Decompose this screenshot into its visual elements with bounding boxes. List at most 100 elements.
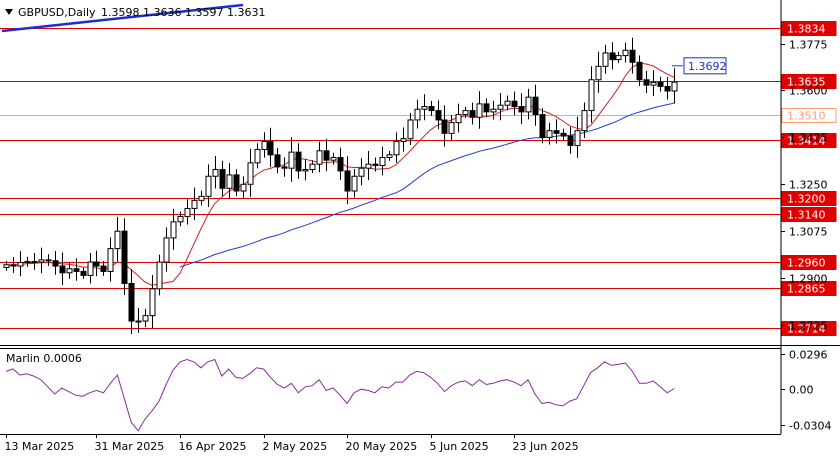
symbol-label: GBPUSD,Daily [18,6,96,19]
candle-body-bull [198,195,205,201]
gbpusd-chart[interactable]: 1.38341.36351.35101.34141.32001.31401.29… [0,0,840,458]
candle-body-bear [469,110,476,118]
candle-body-bull [212,169,219,177]
candle-body-bull [149,288,156,317]
time-tick-label: 20 May 2025 [346,440,418,453]
candle-body-bull [393,140,400,156]
candle-body-bear [532,96,539,116]
candle-body-bear [643,79,650,86]
candle-body-bear [664,85,671,92]
candle-body-bull [497,104,504,110]
price-tick-label: 1.3075 [789,226,828,239]
candle-body-bull [462,110,469,116]
candle-body-bear [281,166,288,169]
candle-body-bull [142,315,149,322]
candle-body-bear [344,170,351,192]
candle-body-bull [574,130,581,146]
candle-body-bull [177,215,184,223]
level-tag-1-3140: 1.3140 [781,207,837,222]
candle-body-bull [504,100,511,106]
candle-body-bear [73,268,80,272]
candle-body-bear [128,282,135,322]
time-tick-label: 23 Jun 2025 [513,440,579,453]
candle-body-bear [121,230,128,284]
time-tick-label: 31 Mar 2025 [95,440,165,453]
candle-body-bear [45,259,52,262]
level-tag-1-3200: 1.3200 [781,191,837,206]
level-tag-label: 1.2960 [787,257,826,270]
candle-body-bull [240,183,247,192]
candle-body-bear [435,110,442,121]
candle-body-bear [59,265,66,274]
candle-body-bear [295,151,302,172]
candle-body-bear [80,270,87,276]
osc-tick-label: 0.0296 [789,349,828,362]
price-tick-label: 1.3250 [789,179,828,192]
candle-body-bull [261,140,268,150]
candle-body-bull [546,130,553,138]
candle-body-bear [52,260,59,267]
candle-body-bear [483,103,490,113]
candle-body-bear [441,119,448,134]
candle-body-bear [553,130,560,134]
candle-body-bull [671,81,678,92]
level-tag-1-3834: 1.3834 [781,21,837,36]
candle-body-bull [309,163,316,171]
candle-body-bull [476,103,483,118]
candle-body-bear [372,163,379,167]
candle-body-bear [511,100,518,108]
candle-body-bull [226,174,233,189]
candle-body-bull [66,268,73,274]
candle-body-bull [38,259,45,263]
candle-body-bull [615,55,622,61]
level-tag-label: 1.3510 [787,110,826,123]
candle-body-bear [274,154,281,168]
candle-body-bear [560,132,567,137]
candle-body-bull [351,175,358,192]
candle-body-bull [170,221,177,239]
candle-body-bull [191,199,198,209]
candle-body-bull [455,114,462,124]
candle-body-bull [107,248,114,272]
candle-body-bull [163,237,170,263]
candle-body-bear [539,114,546,138]
candle-body-bear [518,106,525,113]
candle-body-bear [629,49,636,63]
time-tick-label: 13 Mar 2025 [5,440,75,453]
candle-body-bull [135,320,142,323]
candle-body-bull [302,169,309,172]
candle-body-bull [448,122,455,134]
candle-body-bear [31,261,38,264]
candle-body-bull [247,162,254,185]
candle-body-bull [358,167,365,177]
candle-body-bear [93,261,100,267]
level-tag-label: 1.3200 [787,193,826,206]
candle-body-bull [316,150,323,165]
candle-body-bull [24,261,31,264]
candle-body-bull [400,138,407,142]
candle-body-bull [650,81,657,86]
candle-body-bull [365,163,372,169]
candle-body-bull [87,261,94,276]
price-tick-label: 1.2900 [789,273,828,286]
candle-body-bull [602,52,609,67]
time-tick-label: 16 Apr 2025 [179,440,247,453]
level-tag-label: 1.3140 [787,209,826,222]
candle-body-bear [337,156,344,172]
osc-tick-label: -0.0304 [789,420,831,433]
candle-body-bull [156,261,163,290]
level-tag-1-2960: 1.2960 [781,255,837,270]
candle-body-bull [3,264,10,268]
candle-body-bull [525,96,532,113]
candle-body-bull [184,207,191,217]
candle-body-bull [581,110,588,132]
candle-body-bear [428,106,435,112]
candle-body-bear [657,81,664,87]
candle-body-bear [267,140,274,156]
price-tick-label: 1.3775 [789,39,828,52]
candle-body-bull [490,108,497,113]
candle-body-bull [622,49,629,57]
time-tick-label: 2 May 2025 [263,440,328,453]
candle-body-bear [100,265,107,272]
chart-header: GBPUSD,Daily 1.3598 1.3636 1.3597 1.3631 [5,6,265,19]
